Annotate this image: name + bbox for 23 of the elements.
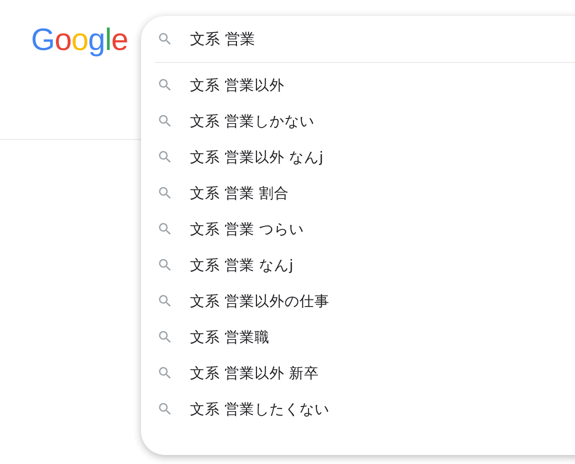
search-icon [157, 113, 173, 129]
search-icon [157, 401, 173, 417]
suggestion-item[interactable]: 文系 営業以外 なんj [190, 148, 324, 166]
search-icon [157, 293, 173, 309]
suggestion-item[interactable]: 文系 営業以外 新卒 [190, 364, 320, 382]
google-logo[interactable]: Google [31, 22, 128, 58]
search-icon [157, 257, 173, 273]
search-icon [157, 365, 173, 381]
search-icon [157, 149, 173, 165]
suggestion-item[interactable]: 文系 営業 なんj [190, 256, 294, 274]
suggestion-item[interactable]: 文系 営業 つらい [190, 220, 304, 238]
search-icon [157, 329, 173, 345]
suggestion-item[interactable]: 文系 営業以外の仕事 [190, 292, 330, 310]
search-field[interactable]: 文系 営業 [190, 28, 570, 50]
suggestion-item[interactable]: 文系 営業 割合 [190, 184, 290, 202]
suggestion-item[interactable]: 文系 営業したくない [190, 400, 330, 418]
search-icon [157, 185, 173, 201]
search-icon [157, 77, 173, 93]
search-icon [157, 221, 173, 237]
suggestion-item[interactable]: 文系 営業職 [190, 328, 270, 346]
search-icon [157, 31, 173, 47]
suggestion-item[interactable]: 文系 営業以外 [190, 76, 285, 94]
suggestion-item[interactable]: 文系 営業しかない [190, 112, 315, 130]
